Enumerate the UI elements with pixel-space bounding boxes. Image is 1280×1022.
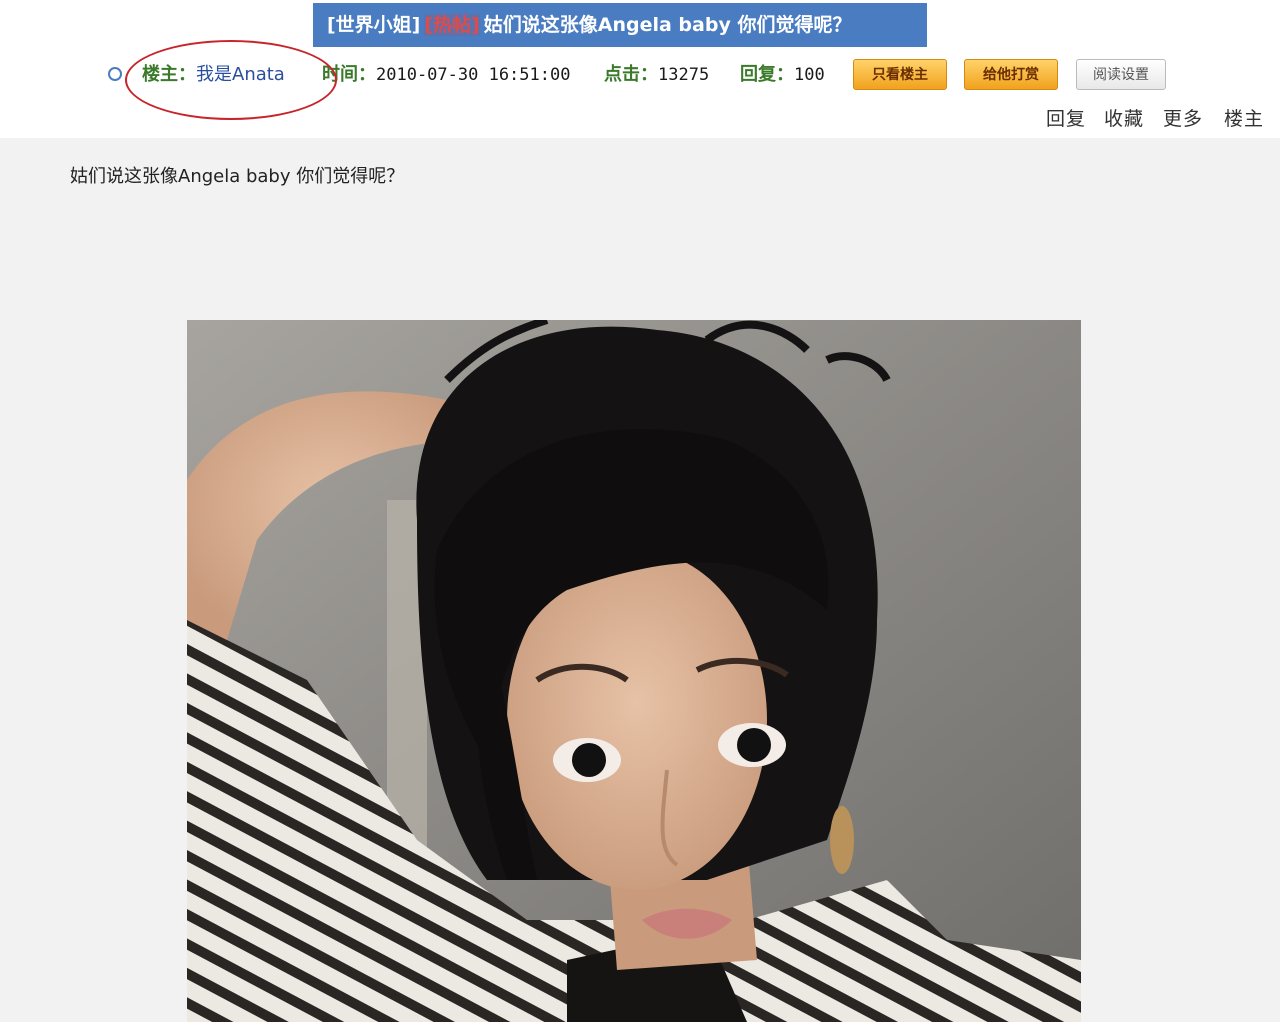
thread-header: [世界小姐] [热帖] 姑们说这张像Angela baby 你们觉得呢？ 楼主：我是… [0, 0, 1280, 138]
op-link[interactable]: 楼主 [1224, 104, 1264, 131]
user-icon [108, 67, 122, 81]
replies-label: 回复： [740, 64, 794, 85]
thread-title: 姑们说这张像Angela baby 你们觉得呢？ [483, 14, 852, 36]
time-meta: 时间：2010-07-30 16:51:00 [322, 60, 570, 90]
post-photo [187, 320, 1081, 1022]
clicks-meta: 点击：13275 [604, 60, 709, 90]
clicks-label: 点击： [604, 64, 658, 85]
favorite-link[interactable]: 收藏 [1104, 104, 1144, 131]
time-value: 2010-07-30 16:51:00 [376, 65, 571, 85]
hot-tag: [热帖] [424, 14, 480, 36]
tip-button[interactable]: 给他打赏 [964, 59, 1058, 90]
reply-link[interactable]: 回复 [1046, 104, 1086, 131]
clicks-value: 13275 [658, 65, 710, 85]
board-tag[interactable]: [世界小姐] [327, 14, 420, 36]
replies-meta: 回复：100 [740, 60, 825, 90]
post-content: 姑们说这张像Angela baby 你们觉得呢？ [0, 138, 1280, 1022]
more-link[interactable]: 更多 [1163, 104, 1203, 131]
only-op-button[interactable]: 只看楼主 [853, 59, 947, 90]
replies-value: 100 [794, 65, 825, 85]
thread-title-bar: [世界小姐] [热帖] 姑们说这张像Angela baby 你们觉得呢？ [313, 3, 927, 47]
author-highlight-circle [125, 40, 337, 120]
post-text: 姑们说这张像Angela baby 你们觉得呢？ [70, 166, 405, 187]
read-settings-button[interactable]: 阅读设置 [1076, 59, 1166, 90]
